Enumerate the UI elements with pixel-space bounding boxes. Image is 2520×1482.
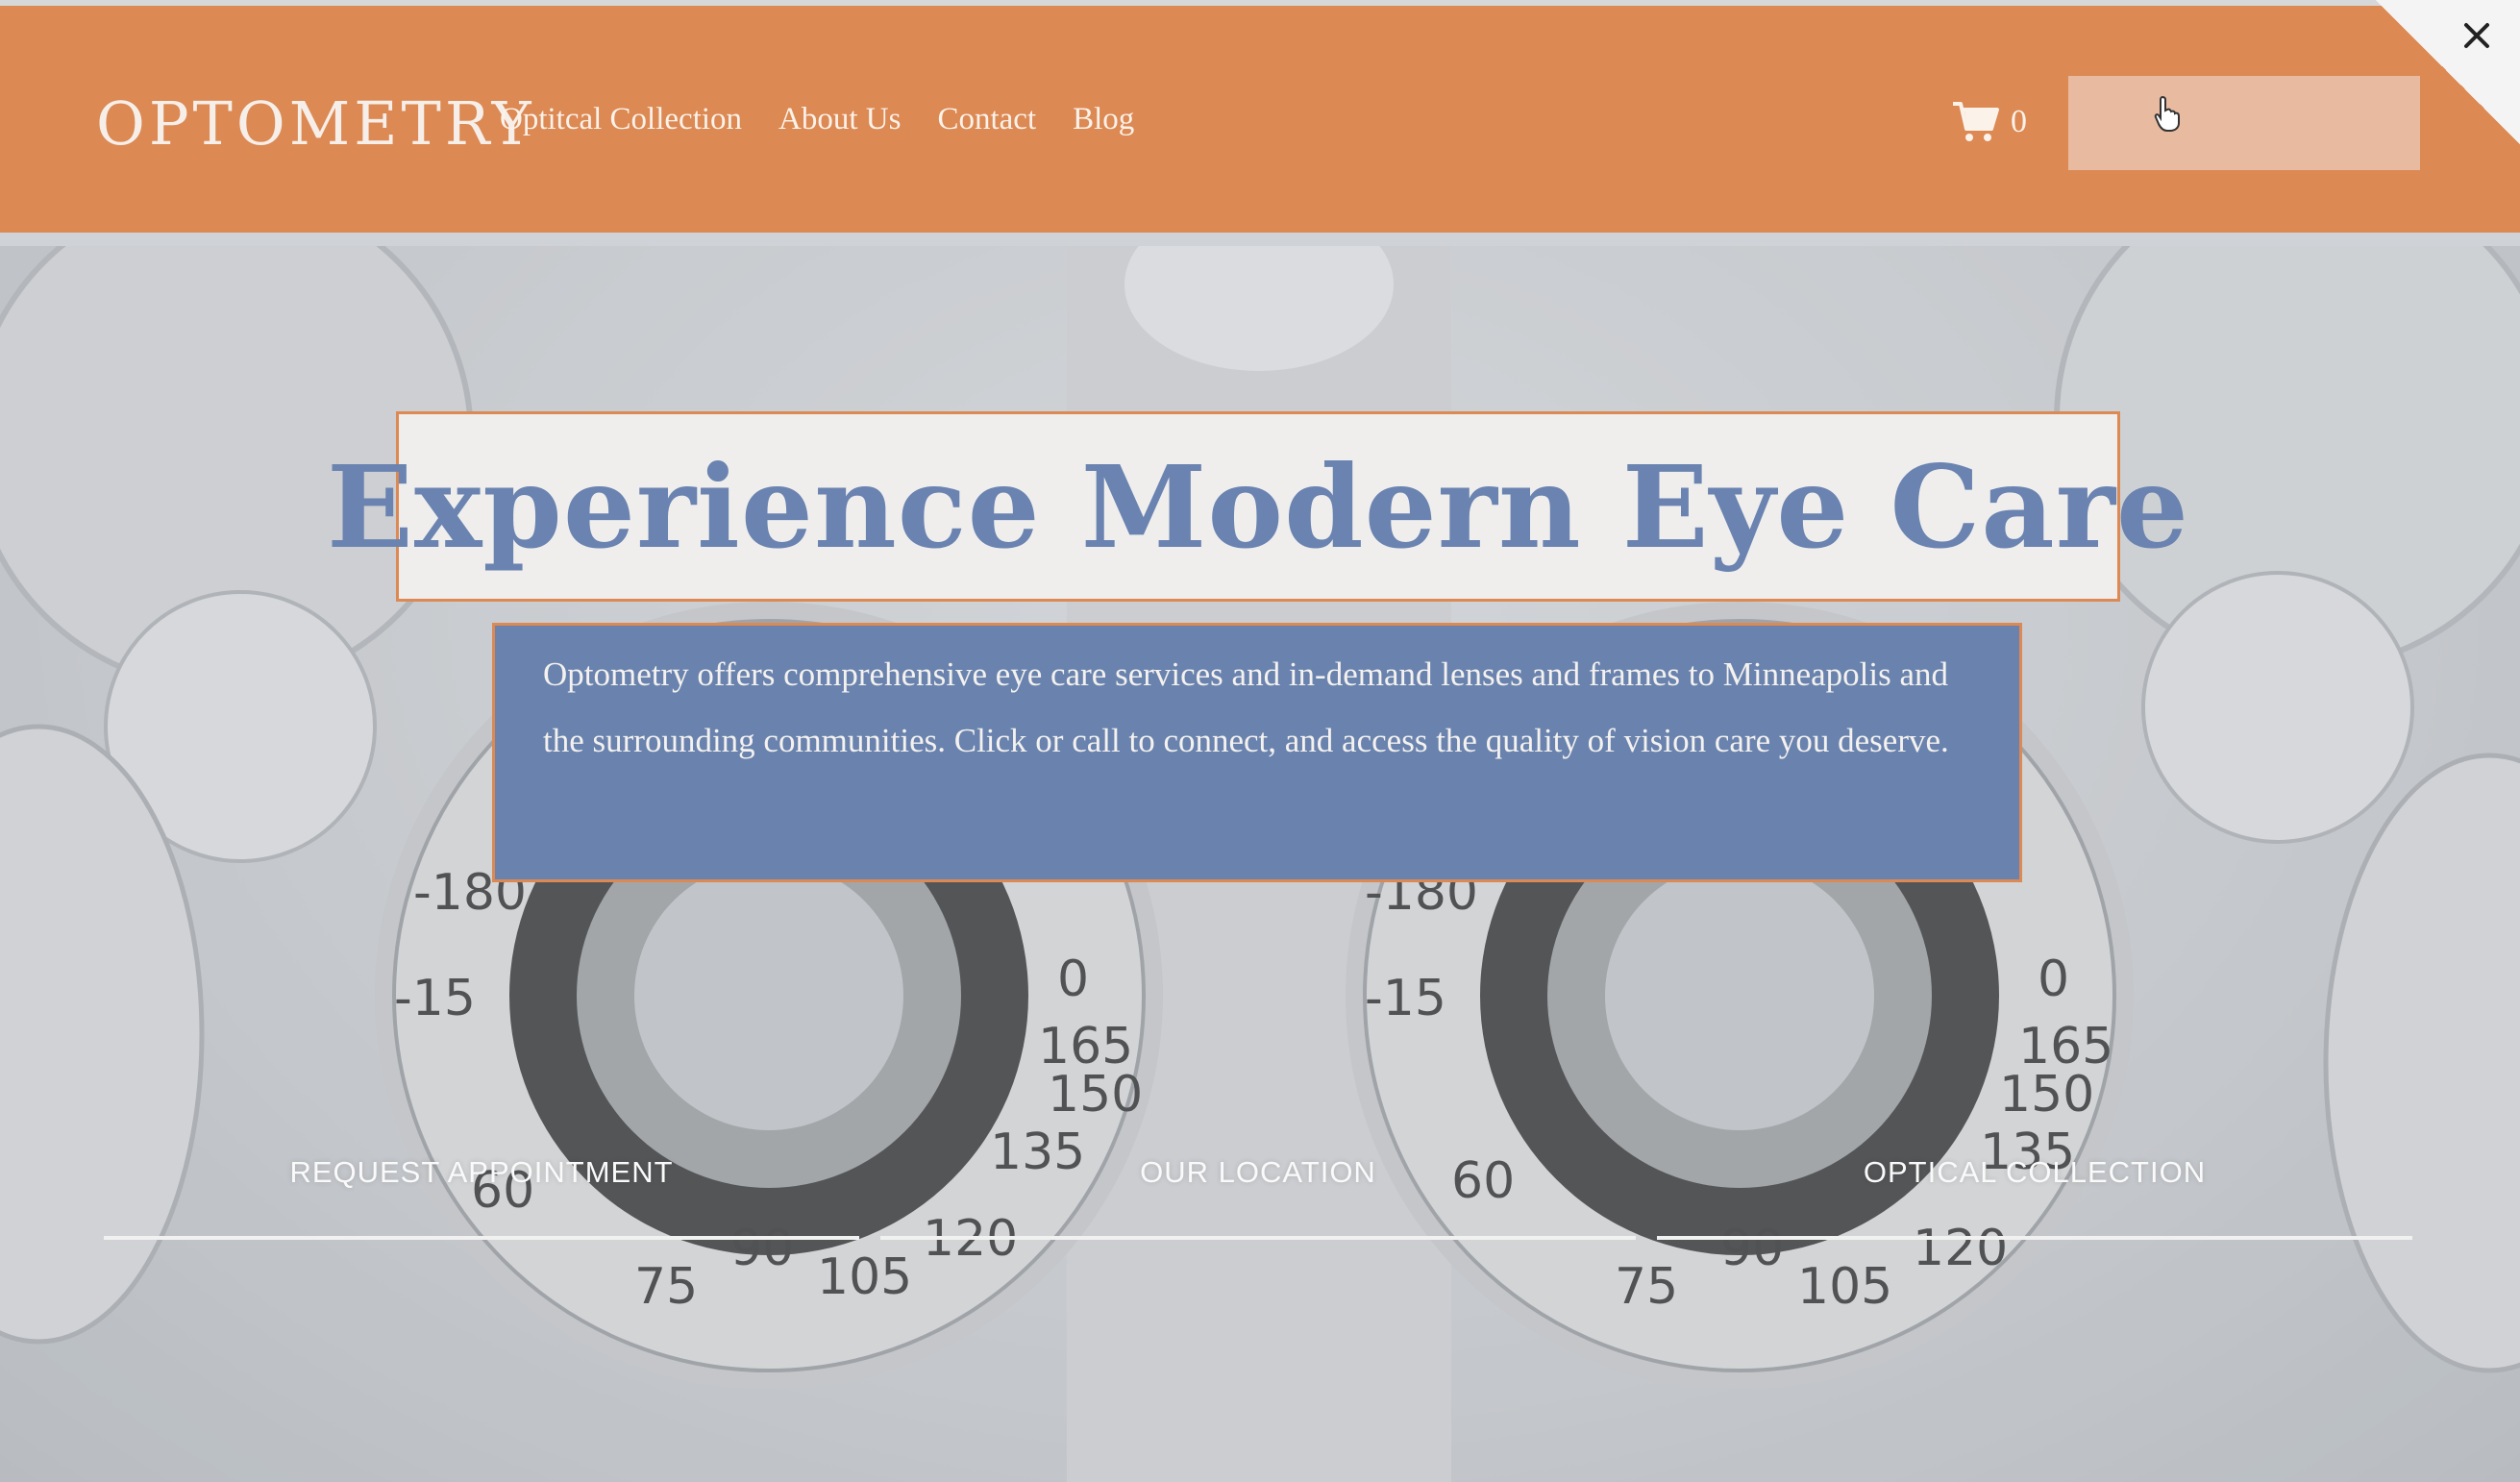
site-header: OPTOMETRY Optitcal Collection About Us C…: [0, 6, 2520, 233]
our-location-link[interactable]: OUR LOCATION: [880, 1144, 1636, 1240]
main-nav: Optitcal Collection About Us Contact Blo…: [500, 102, 1134, 137]
request-appointment-link[interactable]: REQUEST APPOINTMENT: [104, 1144, 859, 1240]
nav-contact[interactable]: Contact: [937, 102, 1036, 137]
nav-about-us[interactable]: About Us: [778, 102, 901, 137]
close-button[interactable]: [2453, 12, 2501, 60]
description-box: Optometry offers comprehensive eye care …: [492, 623, 2022, 882]
optical-collection-link[interactable]: OPTICAL COLLECTION: [1657, 1144, 2412, 1240]
hero-section: -180 -15 60 75 90 105 120 135 150 165 0 …: [0, 246, 2520, 1482]
nav-optical-collection[interactable]: Optitcal Collection: [500, 102, 742, 137]
pointer-cursor-icon: [2154, 95, 2180, 132]
nav-blog[interactable]: Blog: [1073, 102, 1134, 137]
request-appointment-label: REQUEST APPOINTMENT: [289, 1155, 674, 1189]
header-cta-button[interactable]: [2068, 76, 2420, 170]
hero-headline: Experience Modern Eye Care: [327, 439, 2189, 574]
site-logo[interactable]: OPTOMETRY: [96, 81, 535, 167]
header-divider: [0, 233, 2520, 246]
cart-link[interactable]: 0: [1951, 100, 2027, 144]
cart-count: 0: [2011, 104, 2027, 139]
close-icon: [2464, 23, 2489, 48]
optical-collection-label: OPTICAL COLLECTION: [1863, 1155, 2207, 1189]
hero-description: Optometry offers comprehensive eye care …: [543, 655, 1949, 759]
cart-icon: [1953, 102, 1999, 141]
our-location-label: OUR LOCATION: [1140, 1155, 1376, 1189]
headline-box: Experience Modern Eye Care: [327, 411, 2188, 602]
